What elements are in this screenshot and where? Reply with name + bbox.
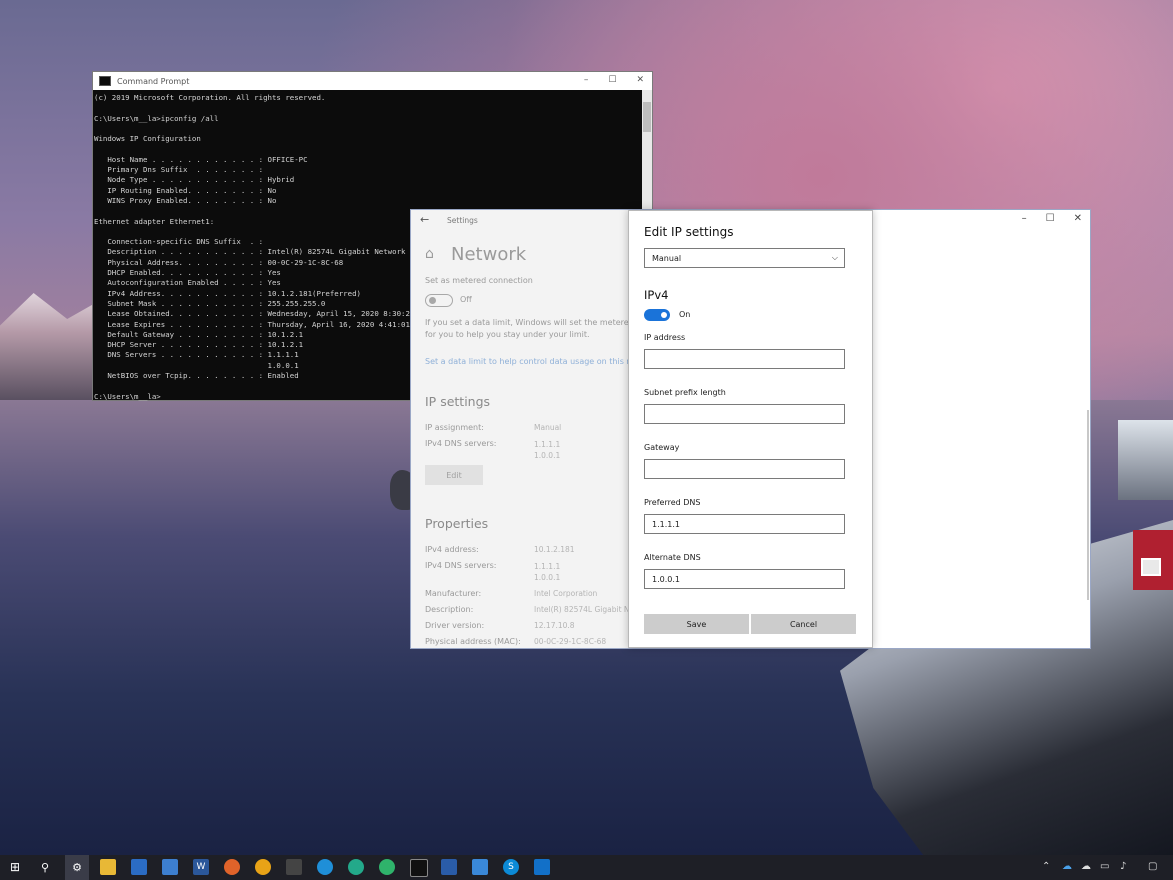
manufacturer-value: Intel Corporation [534,589,598,598]
gateway-input[interactable] [644,459,845,479]
ipv4-heading: IPv4 [644,288,669,302]
ip-mode-dropdown[interactable]: Manual ⌵ [644,248,845,268]
prop-ipv4-value: 10.1.2.181 [534,545,575,554]
store-icon[interactable] [131,859,147,875]
cmd-titlebar[interactable]: Command Prompt – ☐ ✕ [93,72,652,90]
windows-start-icon[interactable]: ⊞ [7,859,23,875]
ip-assignment-label: IP assignment: [425,423,484,432]
driver-label: Driver version: [425,621,485,630]
mac-value: 00-0C-29-1C-8C-68 [534,637,607,646]
network-icon[interactable]: ▭ [1100,861,1109,872]
chevron-up-icon[interactable]: ⌃ [1042,861,1050,872]
firefox-icon[interactable] [224,859,240,875]
metered-state: Off [460,295,472,304]
cancel-button[interactable]: Cancel [751,614,856,634]
ip-mode-value: Manual [652,253,682,263]
volume-icon[interactable]: ♪ [1120,861,1126,872]
prop-dns-1: 1.1.1.1 [534,562,561,571]
taskbar: ⊞ ⚲ ⚙ W S ⌃ ☁ ☁ ▭ ♪ ▢ [0,855,1173,880]
file-explorer-icon[interactable] [100,859,116,875]
outlook-icon[interactable] [534,859,550,875]
settings-minimize-button[interactable]: – [1022,213,1027,224]
ip-address-input[interactable] [644,349,845,369]
prop-dns-label: IPv4 DNS servers: [425,561,497,570]
edge-dev-icon[interactable] [379,859,395,875]
terminal-icon[interactable] [286,859,302,875]
cmd-app-icon [99,76,111,86]
back-arrow-icon[interactable]: ← [420,213,429,226]
edit-ip-dialog[interactable]: Edit IP settings Manual ⌵ IPv4 On IP add… [628,210,873,648]
driver-value: 12.17.10.8 [534,621,575,630]
home-icon[interactable]: ⌂ [425,246,434,262]
ipv4-dns-2: 1.0.0.1 [534,451,561,460]
prop-dns-2: 1.0.0.1 [534,573,561,582]
alternate-dns-label: Alternate DNS [644,553,701,562]
settings-scrollbar[interactable] [1087,410,1089,600]
ip-assignment-value: Manual [534,423,562,432]
subnet-input[interactable] [644,404,845,424]
wallpaper-cabin [1118,420,1173,500]
ip-settings-heading: IP settings [425,394,491,409]
cmd-close-button[interactable]: ✕ [636,75,644,85]
metered-label: Set as metered connection [425,276,533,285]
prop-ipv4-label: IPv4 address: [425,545,479,554]
photos-icon[interactable] [162,859,178,875]
preferred-dns-label: Preferred DNS [644,498,701,507]
cmd-title: Command Prompt [117,76,190,86]
word-icon[interactable]: W [193,859,209,875]
settings-title: Settings [447,216,478,225]
cmd-minimize-button[interactable]: – [584,75,589,85]
ipv4-state: On [679,310,691,319]
metered-desc-1: If you set a data limit, Windows will se… [425,318,634,327]
cloud-icon[interactable]: ☁ [1081,861,1091,872]
mac-label: Physical address (MAC): [425,637,521,646]
save-button[interactable]: Save [644,614,749,634]
powershell-icon[interactable] [441,859,457,875]
wallpaper-red-house [1133,530,1173,590]
gateway-label: Gateway [644,443,680,452]
onedrive-icon[interactable]: ☁ [1062,861,1072,872]
search-icon[interactable]: ⚲ [37,859,53,875]
settings-gear-icon[interactable]: ⚙ [65,855,89,880]
settings-close-button[interactable]: ✕ [1074,213,1082,224]
data-limit-link[interactable]: Set a data limit to help control data us… [425,357,636,366]
cmd-scroll-thumb[interactable] [643,102,651,132]
ipv4-dns-1: 1.1.1.1 [534,440,561,449]
manufacturer-label: Manufacturer: [425,589,482,598]
skype-icon[interactable]: S [503,859,519,875]
properties-heading: Properties [425,516,489,531]
page-title: Network [451,244,527,265]
subnet-label: Subnet prefix length [644,388,726,397]
chrome-icon[interactable] [255,859,271,875]
settings-maximize-button[interactable]: ☐ [1046,213,1055,224]
alternate-dns-input[interactable] [644,569,845,589]
ipv4-toggle[interactable] [644,309,670,321]
command-prompt-icon[interactable] [410,859,428,877]
remote-desktop-icon[interactable] [472,859,488,875]
cmd-maximize-button[interactable]: ☐ [608,75,616,85]
preferred-dns-input[interactable] [644,514,845,534]
edge-beta-icon[interactable] [348,859,364,875]
edit-ip-button[interactable]: Edit [425,465,483,485]
ip-address-label: IP address [644,333,686,342]
chevron-down-icon: ⌵ [831,253,838,262]
notification-icon[interactable]: ▢ [1148,861,1157,872]
description-label: Description: [425,605,474,614]
dialog-title: Edit IP settings [644,225,734,239]
ipv4-dns-label: IPv4 DNS servers: [425,439,497,448]
metered-desc-2: for you to help you stay under your limi… [425,330,590,339]
metered-toggle[interactable] [425,294,453,307]
edge-icon[interactable] [317,859,333,875]
description-value: Intel(R) 82574L Gigabit N [534,605,630,614]
